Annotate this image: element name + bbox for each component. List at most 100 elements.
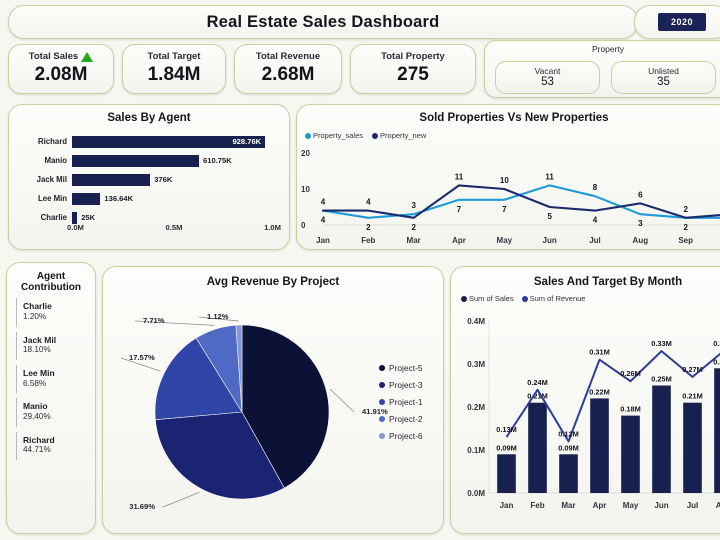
agent-bar[interactable] bbox=[72, 154, 200, 167]
agent-contribution-pct: 6.58% bbox=[23, 378, 47, 388]
agent-xtick: 1.0M bbox=[264, 223, 281, 232]
agent-contribution-pct: 44.71% bbox=[23, 445, 51, 455]
kpi-total-property-value: 275 bbox=[397, 63, 429, 85]
line-point-label: 7 bbox=[502, 205, 507, 214]
property-unlisted-card[interactable]: Unlisted 35 bbox=[611, 61, 716, 94]
month-bar[interactable] bbox=[652, 385, 671, 494]
month-bar[interactable] bbox=[621, 415, 640, 493]
legend-label: Property_new bbox=[380, 131, 427, 140]
revenue-point-label: 0.33M bbox=[713, 339, 720, 348]
sales-target-legend[interactable]: Sum of Sales Sum of Revenue bbox=[461, 294, 585, 303]
bar-ytick: 0.1M bbox=[467, 446, 485, 455]
legend-item[interactable]: Project-5 bbox=[379, 363, 423, 373]
agent-bar-row[interactable]: Manio 610.75K bbox=[17, 152, 283, 169]
dashboard-title-bar: Real Estate Sales Dashboard bbox=[8, 5, 638, 39]
kpi-total-target[interactable]: Total Target 1.84M bbox=[122, 44, 226, 94]
legend-item[interactable]: Project-6 bbox=[379, 431, 423, 441]
line-point-label: 3 bbox=[638, 219, 643, 228]
avg-revenue-legend[interactable]: Project-5 Project-3 Project-1 Project-2 Proj… bbox=[379, 363, 423, 448]
agent-contribution-item[interactable]: Richard 44.71% bbox=[16, 431, 89, 460]
agent-bar[interactable] bbox=[72, 173, 151, 186]
legend-item[interactable]: Project-3 bbox=[379, 380, 423, 390]
month-bar[interactable] bbox=[590, 398, 609, 493]
sold-vs-new-legend[interactable]: Property_sales Property_new bbox=[305, 131, 426, 140]
kpi-total-revenue-value: 2.68M bbox=[261, 63, 315, 85]
agent-contribution-name: Richard bbox=[23, 434, 55, 445]
line-xtick: Jun bbox=[543, 236, 557, 245]
agent-bar-row[interactable]: Jack Mil 376K bbox=[17, 171, 283, 188]
kpi-total-property[interactable]: Total Property 275 bbox=[350, 44, 476, 94]
agent-bar[interactable] bbox=[72, 211, 78, 224]
legend-dot-icon bbox=[379, 365, 385, 371]
agent-bar-row[interactable]: Lee Min 136.64K bbox=[17, 190, 283, 207]
property-unlisted-label: Unlisted bbox=[648, 65, 679, 76]
agent-bar-label: Jack Mil bbox=[36, 175, 67, 184]
month-bar-label: 0.09M bbox=[496, 443, 517, 452]
line-point-label: 3 bbox=[411, 201, 416, 210]
bar-ytick: 0.0M bbox=[467, 489, 485, 498]
month-bar[interactable] bbox=[714, 368, 720, 493]
legend-item[interactable]: Sum of Revenue bbox=[521, 294, 585, 303]
month-bar[interactable] bbox=[528, 402, 547, 493]
month-bar[interactable] bbox=[683, 402, 702, 493]
line-point-label: 4 bbox=[366, 198, 371, 207]
agent-contribution-name: Lee Min bbox=[23, 367, 55, 378]
line-point-label: 7 bbox=[457, 205, 462, 214]
agent-contribution-title-1: Agent bbox=[36, 271, 66, 282]
revenue-point-label: 0.26M bbox=[620, 369, 641, 378]
agent-bar[interactable]: 928.76K bbox=[72, 135, 266, 148]
month-bar[interactable] bbox=[497, 454, 516, 493]
agent-contribution-pct: 29.40% bbox=[23, 411, 51, 421]
bar-ytick: 0.4M bbox=[467, 317, 485, 326]
property-vacant-card[interactable]: Vacant 53 bbox=[495, 61, 600, 94]
agent-bar[interactable] bbox=[72, 192, 101, 205]
line-xtick: Jul bbox=[589, 236, 601, 245]
legend-item[interactable]: Project-2 bbox=[379, 414, 423, 424]
up-triangle-icon bbox=[81, 52, 94, 63]
kpi-total-revenue[interactable]: Total Revenue 2.68M bbox=[234, 44, 342, 94]
legend-label: Project-1 bbox=[389, 397, 423, 407]
legend-item[interactable]: Project-1 bbox=[379, 397, 423, 407]
line-xtick: Feb bbox=[361, 236, 375, 245]
legend-item[interactable]: Sum of Sales bbox=[461, 294, 514, 303]
legend-dot-icon bbox=[379, 433, 385, 439]
legend-dot-icon bbox=[521, 295, 528, 302]
avg-revenue-title: Avg Revenue By Project bbox=[206, 276, 340, 288]
agent-contribution-item[interactable]: Charlie 1.20% bbox=[16, 298, 89, 327]
month-bar-label: 0.18M bbox=[620, 405, 641, 414]
revenue-point-label: 0.24M bbox=[527, 378, 548, 387]
legend-dot-icon bbox=[461, 295, 467, 302]
line-xtick: Jan bbox=[316, 236, 330, 245]
pie-slice-label: 1.12% bbox=[207, 312, 229, 321]
agent-bar-row[interactable]: Richard 928.76K bbox=[17, 133, 283, 150]
legend-item[interactable]: Property_new bbox=[372, 131, 426, 140]
agent-contribution-title-2: Contribution bbox=[21, 282, 81, 294]
year-filter-2020[interactable]: 2020 bbox=[657, 13, 707, 31]
agent-contribution-item[interactable]: Lee Min 6.58% bbox=[16, 364, 89, 394]
line-point-label: 4 bbox=[593, 216, 598, 225]
property-vacant-label: Vacant bbox=[534, 65, 561, 76]
agent-bar-label: Richard bbox=[37, 137, 67, 146]
revenue-point-label: 0.27M bbox=[682, 365, 703, 374]
month-bar[interactable] bbox=[559, 454, 578, 493]
property-summary-card: Property Vacant 53 Unlisted 35 bbox=[484, 40, 720, 98]
legend-dot-icon bbox=[372, 132, 379, 139]
legend-label: Project-2 bbox=[389, 414, 423, 424]
sold-vs-new-card: Sold Properties Vs New Properties Proper… bbox=[296, 104, 720, 250]
legend-dot-icon bbox=[379, 399, 385, 405]
legend-dot-icon bbox=[305, 132, 311, 139]
legend-item[interactable]: Property_sales bbox=[305, 131, 363, 140]
sales-by-agent-xaxis: 0.0M 0.5M 1.0M bbox=[67, 223, 281, 232]
agent-contribution-item[interactable]: Manio 29.40% bbox=[16, 398, 89, 427]
page-title: Real Estate Sales Dashboard bbox=[206, 12, 440, 31]
agent-bar-label: Charlie bbox=[40, 213, 67, 222]
revenue-point-label: 0.13M bbox=[496, 425, 517, 434]
kpi-total-sales[interactable]: Total Sales 2.08M bbox=[8, 44, 114, 94]
agent-contribution-name: Manio bbox=[23, 401, 48, 412]
sales-target-title: Sales And Target By Month bbox=[533, 276, 683, 288]
legend-dot-icon bbox=[379, 382, 385, 388]
agent-contribution-item[interactable]: Jack Mil 18.10% bbox=[16, 331, 89, 360]
line-ytick: 20 bbox=[301, 149, 310, 158]
revenue-point-label: 0.12M bbox=[558, 429, 579, 438]
legend-label: Sum of Sales bbox=[469, 294, 514, 303]
